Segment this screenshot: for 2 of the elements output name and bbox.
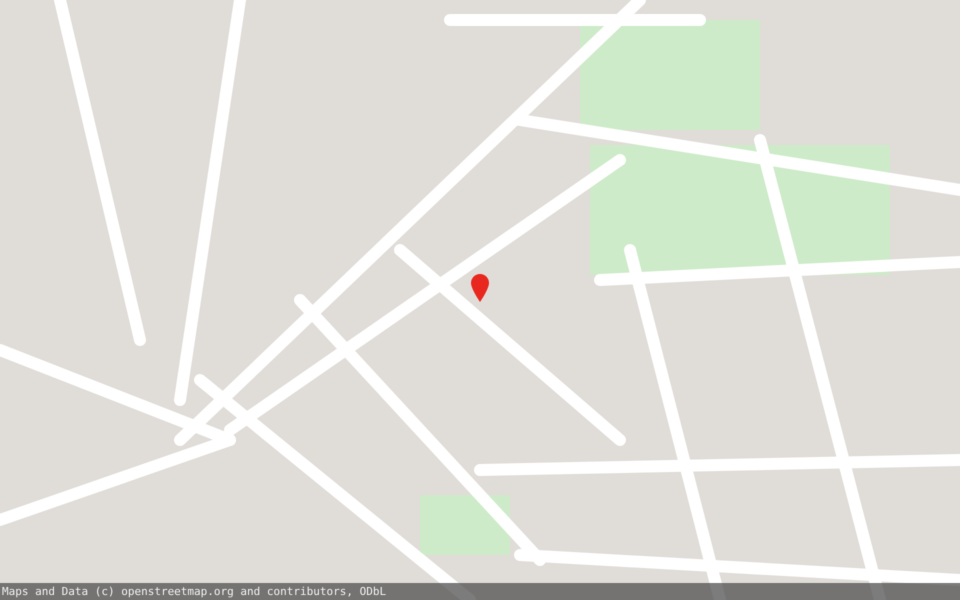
map-marker-icon[interactable] — [471, 274, 489, 302]
map-attribution: Maps and Data (c) openstreetmap.org and contributors, ODbL — [0, 583, 960, 600]
